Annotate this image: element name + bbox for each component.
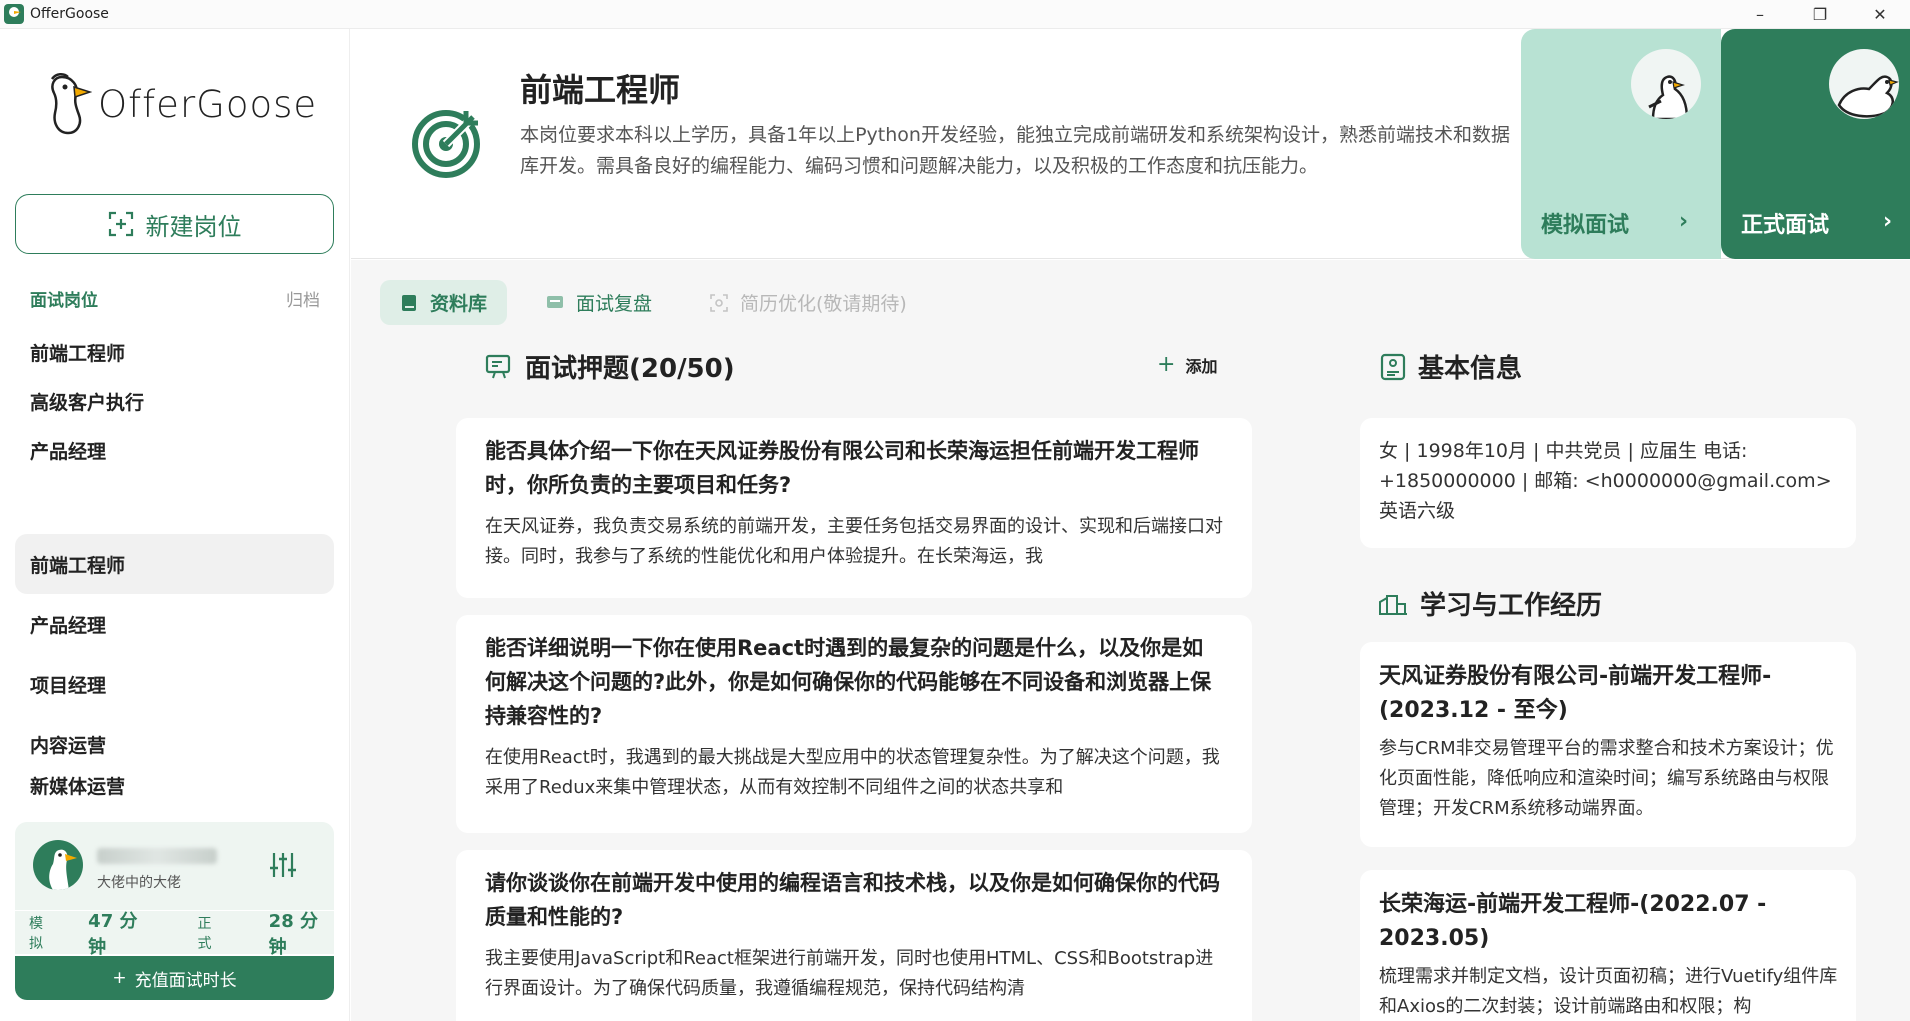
- mock-time-value: 47 分钟: [88, 910, 138, 958]
- new-job-button[interactable]: 新建岗位: [15, 194, 334, 254]
- answer-preview: 我主要使用JavaScript和React框架进行前端开发，同时也使用HTML、…: [485, 948, 1214, 999]
- experience-card: 天风证券股份有限公司-前端开发工程师-(2023.12 - 至今) 参与CRM非…: [1360, 642, 1856, 847]
- formal-interview-card[interactable]: 正式面试 ›: [1721, 29, 1910, 259]
- remaining-time-row: 模拟 47 分钟 正式 28 分钟: [15, 910, 334, 958]
- mock-interview-card[interactable]: 模拟面试 ›: [1521, 29, 1721, 259]
- question-text: 能否详细说明一下你在使用React时遇到的最复杂的问题是什么，以及你是如何解决这…: [485, 636, 1212, 728]
- sidebar-item-job[interactable]: 项目经理: [15, 654, 334, 714]
- sidebar-item-job[interactable]: 内容运营: [15, 714, 334, 774]
- goose-avatar-icon: [49, 849, 77, 890]
- answer-preview: 在使用React时，我遇到的最大挑战是大型应用中的状态管理复杂性。为了解决这个问…: [485, 747, 1220, 798]
- username: [97, 848, 217, 864]
- tab-resume-optimize: 简历优化(敬请期待): [690, 280, 927, 325]
- brand-logo: OfferGoose: [46, 71, 317, 137]
- add-label: 添加: [1185, 356, 1218, 376]
- chevron-right-icon: ›: [1679, 209, 1689, 234]
- goose-mascot-icon: [1631, 49, 1701, 119]
- avatar[interactable]: [33, 840, 83, 890]
- job-title: 前端工程师: [520, 71, 681, 109]
- basic-info-card: 女 | 1998年10月 | 中共党员 | 应届生 电话: +185000000…: [1360, 418, 1856, 548]
- plus-icon: +: [112, 968, 127, 988]
- add-frame-icon: [108, 211, 133, 237]
- sidebar-item-job-selected[interactable]: 前端工程师: [15, 534, 334, 594]
- sidebar: OfferGoose 新建岗位 面试岗位 归档 前端工程师 高级客户执行 产品经…: [0, 29, 350, 1021]
- basic-info-heading-text: 基本信息: [1418, 354, 1523, 384]
- user-subtitle: 大佬中的大佬: [97, 875, 181, 891]
- experience-description: 参与CRM非交易管理平台的需求整合和技术方案设计；优化页面性能，降低响应和渲染时…: [1379, 738, 1834, 819]
- experience-title: 天风证券股份有限公司-前端开发工程师-(2023.12 - 至今): [1379, 664, 1772, 723]
- experience-title: 长荣海运-前端开发工程师-(2022.07 - 2023.05): [1379, 892, 1767, 951]
- questions-heading-text: 面试押题(20/50): [525, 354, 735, 384]
- mock-interview-label: 模拟面试: [1541, 213, 1630, 238]
- restore-icon[interactable]: ❐: [1790, 0, 1850, 29]
- experience-heading-text: 学习与工作经历: [1420, 591, 1603, 621]
- buildings-icon: [1379, 594, 1407, 615]
- minimize-icon[interactable]: –: [1730, 0, 1790, 29]
- section-tab-archive[interactable]: 归档: [286, 286, 320, 311]
- sidebar-item-job[interactable]: 产品经理: [15, 420, 334, 480]
- sidebar-item-job[interactable]: 新媒体运营: [15, 774, 334, 804]
- goose-mascot-icon: [1829, 49, 1899, 119]
- close-icon[interactable]: ✕: [1850, 0, 1910, 29]
- sidebar-item-label: 项目经理: [30, 674, 107, 697]
- sidebar-item-label: 高级客户执行: [30, 391, 145, 414]
- question-text: 请你谈谈你在前端开发中使用的编程语言和技术栈，以及你是如何确保你的代码质量和性能…: [485, 871, 1220, 929]
- job-section-header: 面试岗位 归档: [30, 286, 320, 311]
- scan-icon: [710, 293, 728, 312]
- id-card-icon: [1380, 353, 1406, 380]
- logo-text: OfferGoose: [98, 82, 318, 126]
- formal-interview-label: 正式面试: [1741, 213, 1830, 238]
- chat-icon: [547, 295, 563, 308]
- job-description: 本岗位要求本科以上学历，具备1年以上Python开发经验，能独立完成前端研发和系…: [520, 124, 1510, 177]
- job-header: 前端工程师 本岗位要求本科以上学历，具备1年以上Python开发经验，能独立完成…: [351, 29, 1910, 259]
- app-logo-icon: [4, 4, 24, 24]
- experience-card: 长荣海运-前端开发工程师-(2022.07 - 2023.05) 梳理需求并制定…: [1360, 870, 1856, 1021]
- sidebar-item-label: 产品经理: [30, 614, 107, 637]
- sidebar-item-label: 前端工程师: [30, 342, 126, 365]
- experience-heading: 学习与工作经历: [1378, 585, 1602, 622]
- plus-icon: +: [1157, 352, 1176, 377]
- sidebar-item-label: 前端工程师: [30, 554, 126, 577]
- tab-review[interactable]: 面试复盘: [526, 280, 672, 325]
- answer-preview: 在天风证券，我负责交易系统的前端开发，主要任务包括交易界面的设计、实现和后端接口…: [485, 516, 1223, 567]
- target-icon: [412, 110, 480, 178]
- book-icon: [402, 294, 416, 311]
- goose-logo-icon: [50, 73, 92, 135]
- tab-label: 面试复盘: [576, 293, 653, 315]
- section-tab-active[interactable]: 面试岗位: [30, 286, 98, 311]
- new-job-label: 新建岗位: [145, 212, 242, 241]
- tab-label: 简历优化(敬请期待): [740, 293, 907, 315]
- mock-time-label: 模拟: [29, 915, 43, 952]
- basic-info-text: 女 | 1998年10月 | 中共党员 | 应届生 电话: +185000000…: [1379, 440, 1832, 522]
- questions-heading: 面试押题(20/50): [485, 348, 735, 385]
- sliders-settings-icon[interactable]: [268, 850, 298, 880]
- question-card[interactable]: 请你谈谈你在前端开发中使用的编程语言和技术栈，以及你是如何确保你的代码质量和性能…: [456, 850, 1252, 1021]
- window-title: OfferGoose: [30, 6, 109, 22]
- question-board-icon: [485, 354, 511, 378]
- question-text: 能否具体介绍一下你在天风证券股份有限公司和长荣海运担任前端开发工程师时，你所负责…: [485, 439, 1199, 497]
- tab-label: 资料库: [430, 293, 488, 315]
- title-bar: OfferGoose – ❐ ✕: [0, 0, 1910, 29]
- sidebar-item-job[interactable]: 产品经理: [15, 594, 334, 654]
- formal-time-label: 正式: [197, 915, 212, 952]
- sidebar-item-label: 内容运营: [30, 734, 107, 757]
- add-question-button[interactable]: + 添加: [1157, 352, 1217, 377]
- recharge-label: 充值面试时长: [134, 970, 237, 991]
- recharge-button[interactable]: + 充值面试时长: [15, 956, 334, 1000]
- experience-description: 梳理需求并制定文档，设计页面初稿；进行Vuetify组件库和Axios的二次封装…: [1379, 966, 1838, 1017]
- sidebar-item-label: 新媒体运营: [30, 776, 126, 798]
- chevron-right-icon: ›: [1883, 209, 1893, 234]
- tab-library[interactable]: 资料库: [380, 280, 508, 325]
- basic-info-heading: 基本信息: [1380, 348, 1522, 385]
- question-card[interactable]: 能否详细说明一下你在使用React时遇到的最复杂的问题是什么，以及你是如何解决这…: [456, 615, 1252, 833]
- formal-time-value: 28 分钟: [268, 910, 318, 958]
- sidebar-item-label: 产品经理: [30, 440, 107, 463]
- question-card[interactable]: 能否具体介绍一下你在天风证券股份有限公司和长荣海运担任前端开发工程师时，你所负责…: [456, 418, 1252, 598]
